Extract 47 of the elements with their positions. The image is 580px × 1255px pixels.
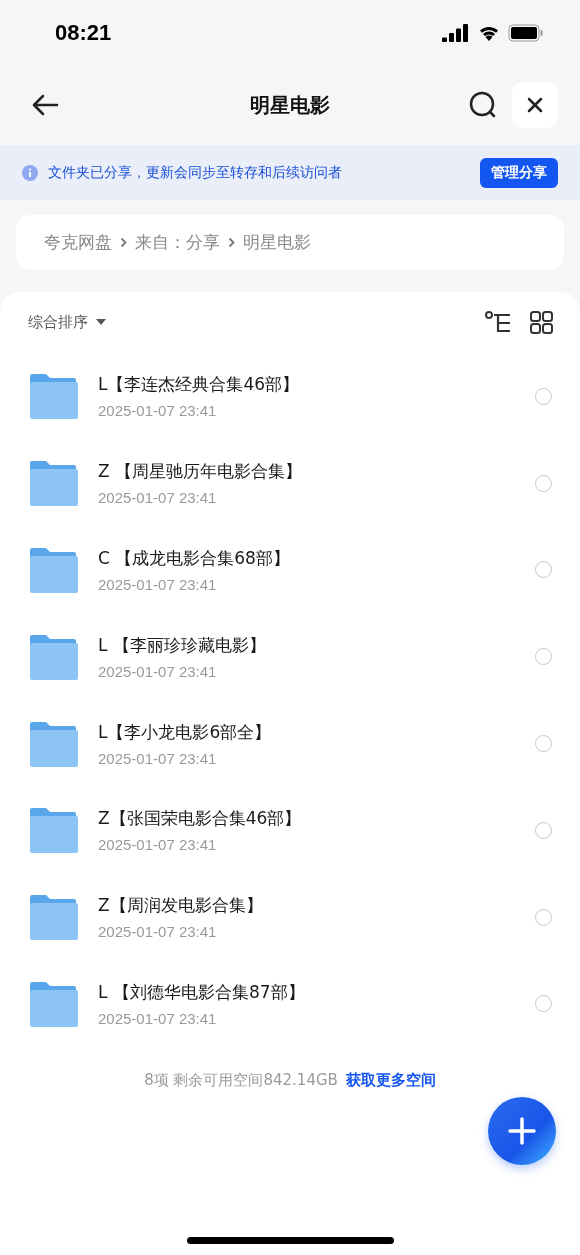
chevron-icon — [120, 237, 127, 248]
page-title: 明星电影 — [250, 91, 330, 119]
folder-icon — [30, 459, 78, 508]
folder-date: 2025-01-07 23:41 — [98, 836, 218, 854]
wifi-icon — [478, 24, 500, 41]
folder-name[interactable]: Z 【周星驰历年电影合集】 — [98, 460, 535, 484]
breadcrumb-item[interactable]: 明星电影 — [243, 231, 311, 254]
sort-dropdown[interactable]: 综合排序 — [28, 313, 106, 332]
share-notice: 文件夹已分享，更新会同步至转存和后续访问者 — [48, 163, 343, 182]
folder-date: 2025-01-07 23:41 — [98, 923, 218, 941]
search-icon — [469, 91, 497, 119]
tree-view-icon[interactable] — [485, 310, 512, 335]
get-more-space-link[interactable]: 获取更多空间 — [345, 1071, 436, 1091]
folder-date: 2025-01-07 23:41 — [98, 749, 218, 767]
folder-name[interactable]: L 【刘德华电影合集87部】 — [98, 980, 535, 1004]
back-arrow-icon — [31, 93, 59, 117]
folder-icon — [30, 372, 78, 421]
manage-share-button[interactable]: 管理分享 — [480, 157, 558, 188]
status-time: 08:21 — [55, 19, 112, 46]
close-icon — [527, 97, 543, 113]
caret-icon — [96, 319, 106, 326]
storage-summary: 8项 剩余可用空间842.14GB — [144, 1071, 338, 1091]
folder-date: 2025-01-07 23:41 — [98, 662, 218, 680]
folder-date: 2025-01-07 23:41 — [98, 1009, 218, 1027]
folder-icon — [30, 546, 78, 594]
folder-name[interactable]: L【李连杰经典合集46部】 — [98, 373, 535, 397]
folder-name[interactable]: Z【张国荣电影合集46部】 — [98, 807, 535, 831]
folder-icon — [30, 632, 78, 681]
breadcrumb-item[interactable]: 夸克网盘 — [44, 231, 112, 254]
close-button[interactable] — [512, 82, 558, 128]
folder-icon — [30, 893, 78, 942]
plus-icon — [508, 1117, 536, 1145]
folder-date: 2025-01-07 23:41 — [98, 402, 218, 420]
folder-icon — [30, 806, 78, 855]
battery-icon — [508, 23, 544, 42]
info-icon — [22, 164, 38, 181]
folder-name[interactable]: L【李小龙电影6部全】 — [98, 720, 535, 744]
folder-date: 2025-01-07 23:41 — [98, 489, 218, 507]
grid-view-icon[interactable] — [530, 310, 554, 335]
folder-name[interactable]: L 【李丽珍珍藏电影】 — [98, 633, 535, 657]
folder-name[interactable]: Z【周润发电影合集】 — [98, 894, 535, 918]
folder-name[interactable]: C 【成龙电影合集68部】 — [98, 547, 535, 570]
folder-icon — [30, 719, 78, 768]
folder-date: 2025-01-07 23:41 — [98, 576, 218, 593]
signal-icon — [442, 23, 470, 42]
chevron-icon — [228, 237, 235, 248]
folder-icon — [30, 979, 78, 1028]
